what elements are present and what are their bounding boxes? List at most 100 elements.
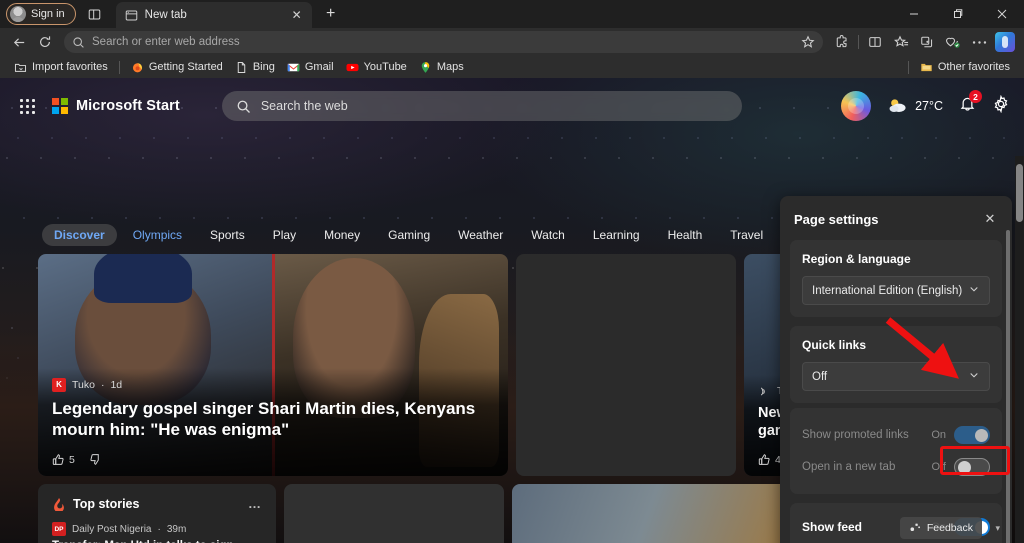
quick-links-options-group: Show promoted links On Open in a new tab… <box>790 408 1002 494</box>
hero-source-name: Tuko <box>72 378 95 391</box>
copilot-toolbar-icon[interactable] <box>992 30 1018 54</box>
bookmarks-bar: Import favorites Getting Started Bing Gm… <box>0 56 1024 78</box>
top-stories-menu-icon[interactable]: … <box>248 496 262 511</box>
top-stories-card[interactable]: Top stories … DP Daily Post Nigeria · 39… <box>38 484 276 543</box>
category-tab-sports[interactable]: Sports <box>198 224 257 246</box>
import-icon <box>14 63 27 72</box>
open-in-new-tab-toggle[interactable] <box>954 458 990 476</box>
region-language-dropdown[interactable]: International Edition (English) <box>802 276 990 305</box>
other-favorites-label: Other favorites <box>937 61 1010 73</box>
page-settings-title: Page settings <box>794 211 879 227</box>
category-tab-health[interactable]: Health <box>656 224 715 246</box>
new-tab-button[interactable]: + <box>319 2 343 26</box>
web-search-placeholder: Search the web <box>260 99 348 113</box>
page-scrollbar[interactable] <box>1015 156 1024 543</box>
start-header-actions: 27°C 2 <box>841 90 1010 121</box>
back-icon[interactable] <box>6 30 32 54</box>
search-icon <box>237 100 250 113</box>
chevron-down-icon <box>968 369 980 384</box>
bookmark-divider <box>118 60 120 74</box>
category-tab-gaming[interactable]: Gaming <box>376 224 442 246</box>
category-tab-play[interactable]: Play <box>261 224 308 246</box>
maximize-restore-button[interactable] <box>936 0 980 28</box>
notifications-button[interactable]: 2 <box>959 90 982 117</box>
category-tab-discover[interactable]: Discover <box>42 224 117 246</box>
bookmark-bing[interactable]: Bing <box>229 59 281 76</box>
like-button[interactable]: 5 <box>52 453 75 466</box>
other-favorites-button[interactable]: Other favorites <box>914 59 1016 76</box>
brand-label: Microsoft Start <box>76 98 180 114</box>
page-icon <box>237 61 246 73</box>
favorites-icon[interactable] <box>888 30 914 54</box>
page-scrollbar-thumb[interactable] <box>1016 164 1023 222</box>
tab-title: New tab <box>144 9 187 21</box>
bookmark-maps[interactable]: Maps <box>413 59 470 76</box>
microsoft-start-logo[interactable]: Microsoft Start <box>52 98 180 114</box>
bookmarks-right-section: Other favorites <box>903 59 1016 76</box>
bookmark-youtube[interactable]: YouTube <box>340 59 413 76</box>
address-bar[interactable]: Search or enter web address <box>64 31 823 53</box>
youtube-icon <box>346 63 359 71</box>
quick-links-value: Off <box>812 370 828 383</box>
quick-links-group: Quick links Off <box>790 326 1002 403</box>
bookmark-label: Import favorites <box>32 61 108 73</box>
bookmark-label: Gmail <box>304 61 334 73</box>
web-search-input[interactable]: Search the web <box>221 91 742 121</box>
bookmark-getting-started[interactable]: Getting Started <box>125 59 229 76</box>
chevron-down-icon <box>968 283 980 298</box>
window-close-button[interactable] <box>980 0 1024 28</box>
source-logo-icon: K <box>52 377 66 392</box>
top-story-title[interactable]: Transfer: Man Utd in talks to sign Fofan… <box>52 539 262 543</box>
placeholder-card-2[interactable] <box>284 484 504 543</box>
close-icon[interactable]: ✕ <box>980 209 1000 229</box>
top-stories-title: Top stories <box>73 496 140 511</box>
top-stories-header: Top stories … <box>52 496 262 511</box>
feedback-label: Feedback <box>926 522 973 534</box>
bookmark-import-favorites[interactable]: Import favorites <box>8 59 114 76</box>
quick-links-title: Quick links <box>802 338 867 352</box>
settings-more-icon[interactable] <box>966 30 992 54</box>
region-language-value: International Edition (English) <box>812 284 963 297</box>
tab-search-icon[interactable] <box>82 2 108 26</box>
category-tab-learning[interactable]: Learning <box>581 224 652 246</box>
favorite-star-icon[interactable] <box>801 35 815 49</box>
open-in-new-tab-control: Off <box>932 458 990 476</box>
browser-tab[interactable]: New tab ✕ <box>115 2 312 28</box>
feedback-button[interactable]: Feedback <box>899 517 982 539</box>
minimize-button[interactable] <box>892 0 936 28</box>
extensions-icon[interactable] <box>829 30 855 54</box>
show-promoted-links-toggle[interactable] <box>954 426 990 444</box>
collections-icon[interactable] <box>914 30 940 54</box>
app-launcher-icon[interactable] <box>14 93 40 119</box>
refresh-icon[interactable] <box>32 30 58 54</box>
tab-close-icon[interactable]: ✕ <box>288 6 306 24</box>
placeholder-card-1[interactable] <box>516 254 736 476</box>
category-tab-travel[interactable]: Travel <box>718 224 775 246</box>
firefox-icon <box>132 62 142 72</box>
category-tab-weather[interactable]: Weather <box>446 224 515 246</box>
new-tab-page-icon <box>125 10 137 20</box>
quick-links-dropdown[interactable]: Off <box>802 362 990 391</box>
weather-widget[interactable]: 27°C <box>887 97 943 115</box>
panel-scrollbar[interactable] <box>1006 230 1010 543</box>
category-tab-money[interactable]: Money <box>312 224 372 246</box>
browser-essentials-icon[interactable] <box>940 30 966 54</box>
top-story-item[interactable]: DP Daily Post Nigeria · 39m Transfer: Ma… <box>52 522 262 543</box>
hero-headline[interactable]: Legendary gospel singer Shari Martin die… <box>52 398 494 442</box>
toolbar-divider <box>858 35 859 49</box>
show-promoted-links-row: Show promoted links On <box>802 420 990 450</box>
category-tab-olympics[interactable]: Olympics <box>121 224 194 246</box>
category-tab-watch[interactable]: Watch <box>519 224 577 246</box>
feedback-caret-icon[interactable]: ▾ <box>995 523 1000 534</box>
flame-icon <box>54 497 64 511</box>
show-promoted-links-control: On <box>931 426 990 444</box>
page-settings-gear-button[interactable] <box>992 94 1010 118</box>
dislike-button[interactable] <box>89 453 102 466</box>
copilot-icon[interactable] <box>841 91 872 121</box>
split-screen-icon[interactable] <box>862 30 888 54</box>
sign-in-button[interactable]: Sign in <box>6 3 76 25</box>
gmail-icon <box>287 63 300 71</box>
microsoft-logo-icon <box>52 98 68 114</box>
hero-article-card[interactable]: K Tuko · 1d Legendary gospel singer Shar… <box>38 254 508 476</box>
bookmark-gmail[interactable]: Gmail <box>281 59 340 76</box>
